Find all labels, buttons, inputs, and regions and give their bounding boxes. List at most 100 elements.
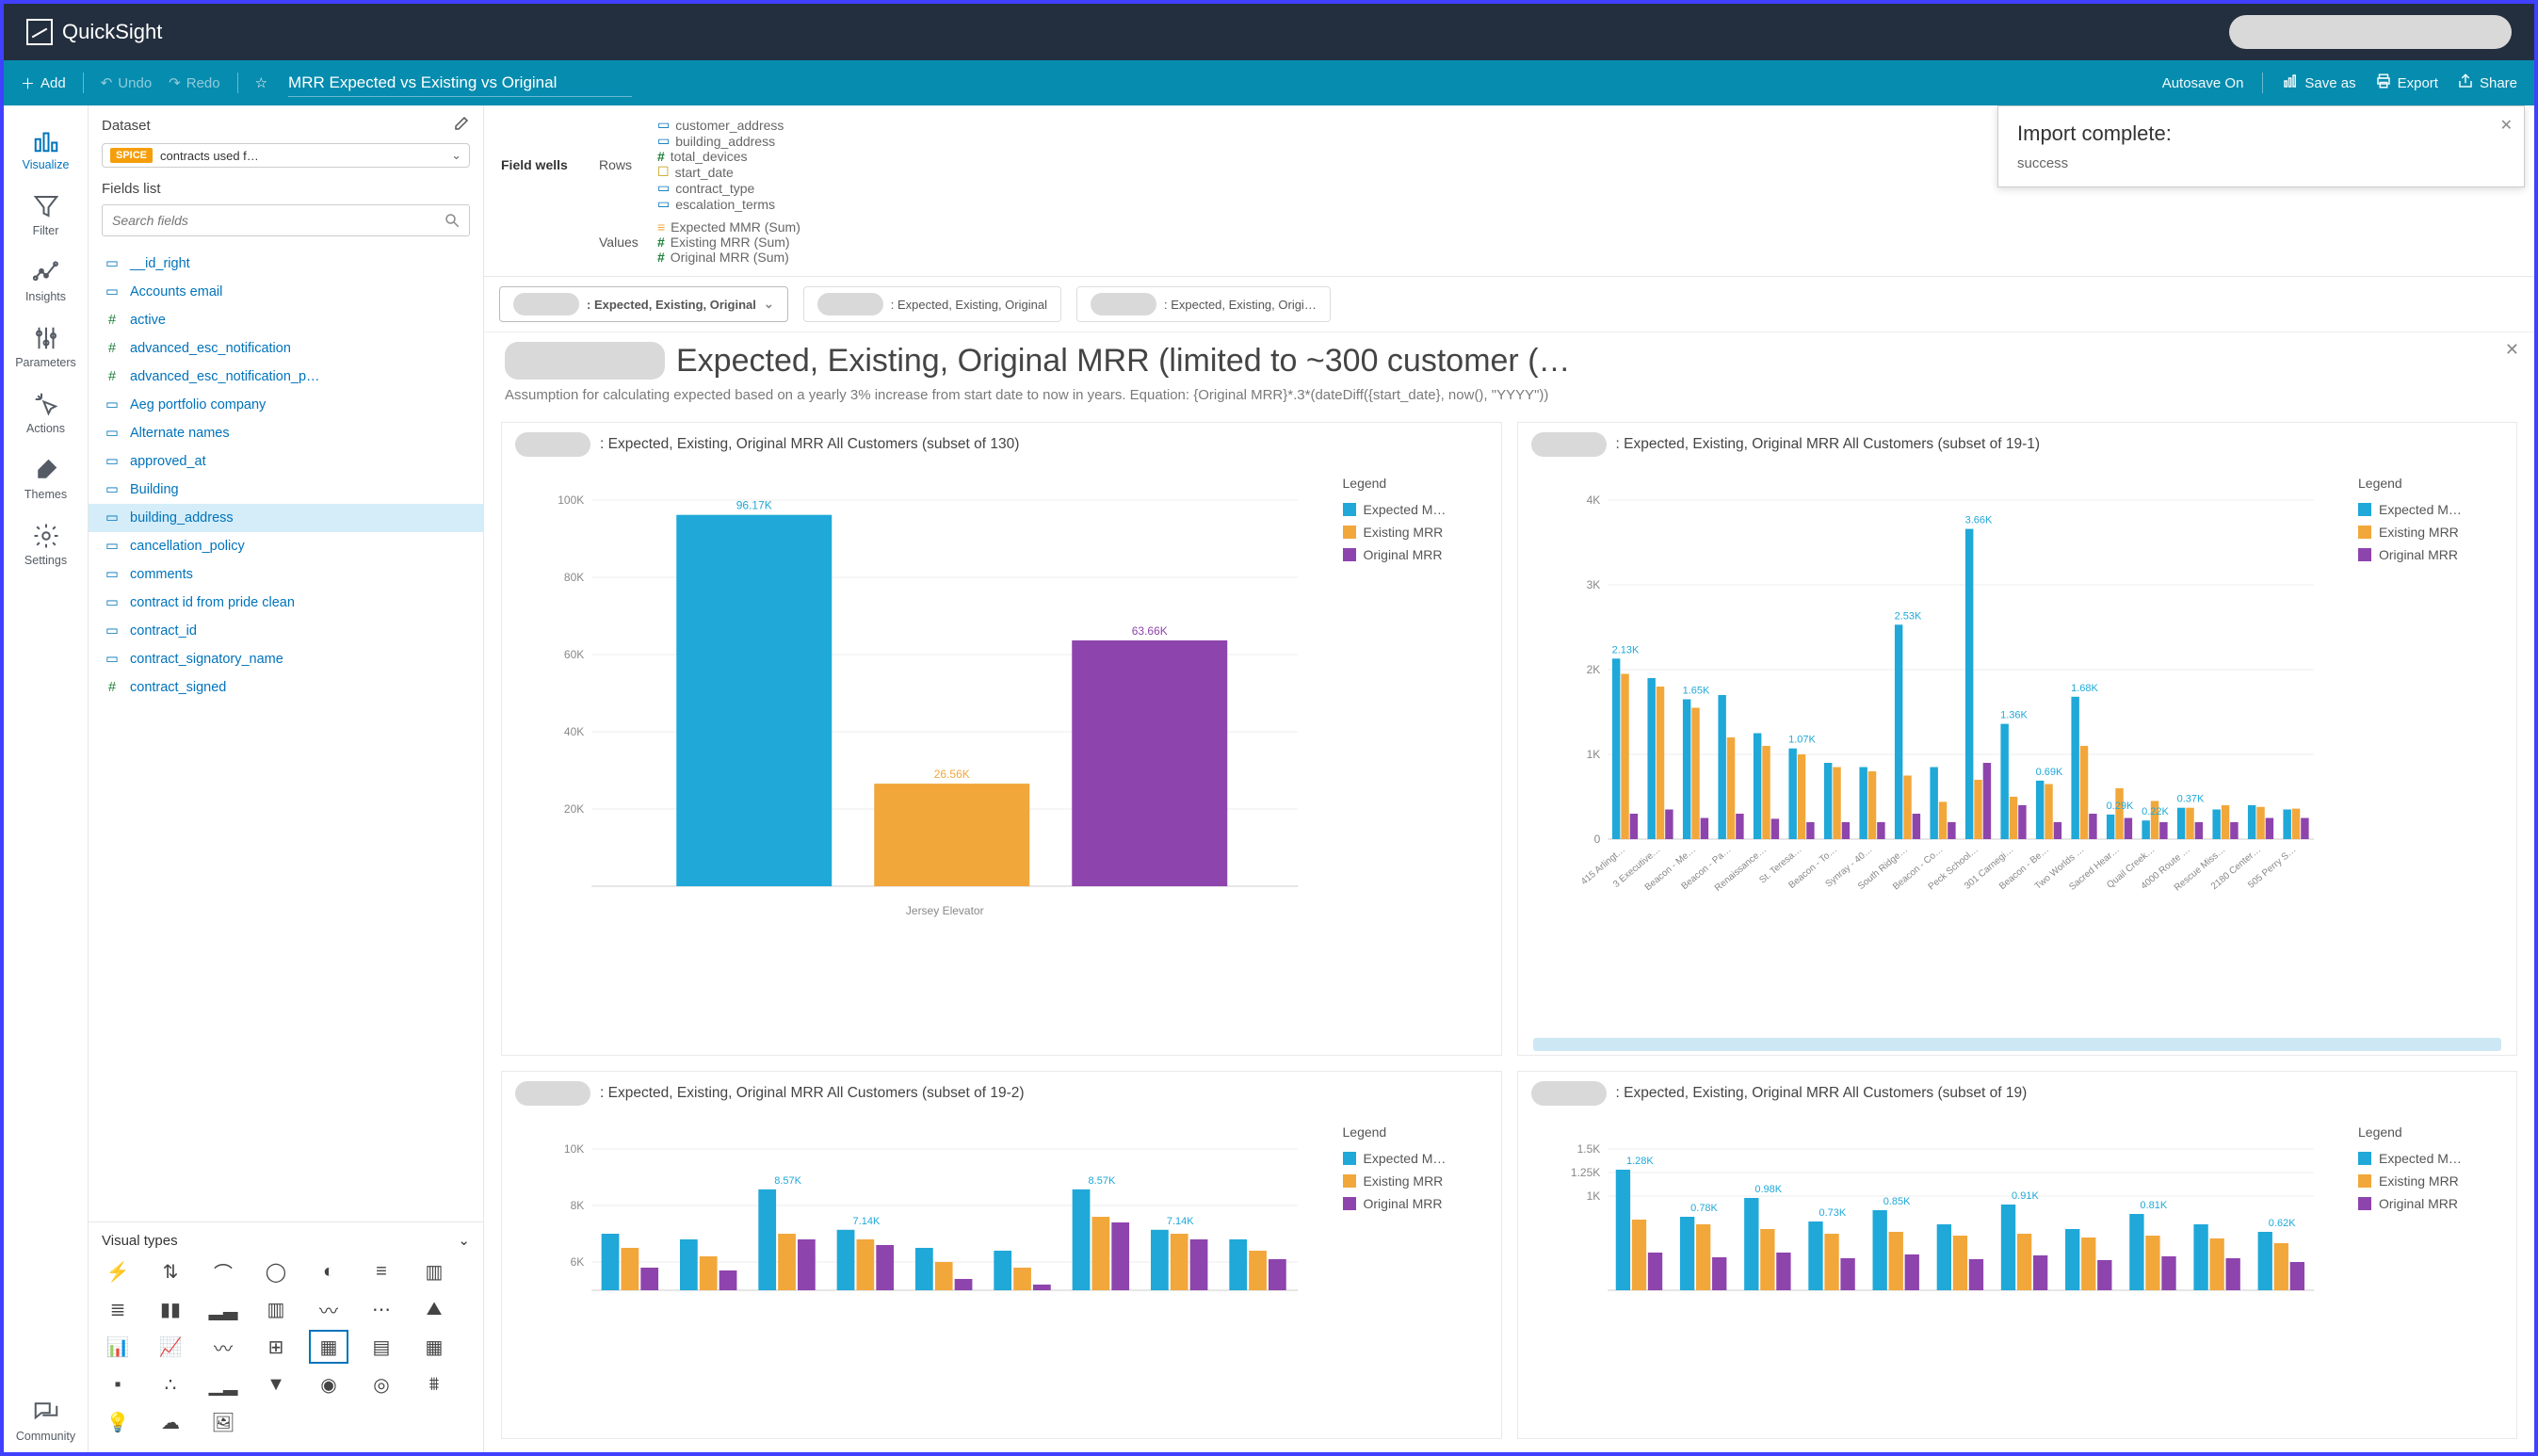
visual-type-5[interactable]: ≡ bbox=[365, 1258, 397, 1285]
visual-type-10[interactable]: ▥ bbox=[260, 1296, 292, 1322]
field-Accounts-email[interactable]: ▭Accounts email bbox=[89, 278, 483, 306]
chart-plot[interactable]: 1K1.25K1.5K1.28K0.78K0.98K0.73K0.85K0.91… bbox=[1529, 1121, 2346, 1429]
visual-type-14[interactable]: 📊 bbox=[102, 1334, 134, 1360]
visual-type-11[interactable]: 〰 bbox=[313, 1296, 345, 1322]
visual-type-28[interactable]: 💡 bbox=[102, 1409, 134, 1435]
visual-type-6[interactable]: ▥ bbox=[418, 1258, 450, 1285]
visual-type-0[interactable]: ⚡ bbox=[102, 1258, 134, 1285]
visual-type-19[interactable]: ▤ bbox=[365, 1334, 397, 1360]
field-Alternate-names[interactable]: ▭Alternate names bbox=[89, 419, 483, 447]
visual-type-26[interactable]: ◎ bbox=[365, 1371, 397, 1398]
visual-type-1[interactable]: ⇅ bbox=[154, 1258, 186, 1285]
legend-item[interactable]: Existing MRR bbox=[1343, 521, 1486, 543]
chart-plot[interactable]: 01K2K3K4K415 Arlingt…3 Executive…Beacon … bbox=[1529, 472, 2346, 1025]
horizontal-scrollbar[interactable] bbox=[1533, 1038, 2502, 1051]
rail-community[interactable]: Community bbox=[4, 1388, 88, 1452]
visual-type-2[interactable]: ⌒ bbox=[207, 1258, 239, 1285]
field-Building[interactable]: ▭Building bbox=[89, 476, 483, 504]
save-as-button[interactable]: Save as bbox=[2282, 73, 2355, 93]
field-comments[interactable]: ▭comments bbox=[89, 560, 483, 589]
visual-type-16[interactable]: 〰 bbox=[207, 1334, 239, 1360]
legend-item[interactable]: Original MRR bbox=[1343, 543, 1486, 566]
legend-item[interactable]: Existing MRR bbox=[2358, 521, 2501, 543]
visual-type-20[interactable]: ▦ bbox=[418, 1334, 450, 1360]
visual-type-25[interactable]: ◉ bbox=[313, 1371, 345, 1398]
visual-type-18[interactable]: ▦ bbox=[313, 1334, 345, 1360]
rail-filter[interactable]: Filter bbox=[4, 183, 88, 247]
legend-item[interactable]: Expected M… bbox=[1343, 1147, 1486, 1170]
visual-type-27[interactable]: ⩩ bbox=[418, 1371, 450, 1398]
rail-parameters[interactable]: Parameters bbox=[4, 315, 88, 379]
chevron-down-icon[interactable]: ⌄ bbox=[458, 1232, 470, 1249]
visual-type-17[interactable]: ⊞ bbox=[260, 1334, 292, 1360]
redo-button[interactable]: ↷ Redo bbox=[169, 74, 219, 91]
field-cancellation_policy[interactable]: ▭cancellation_policy bbox=[89, 532, 483, 560]
visual-type-30[interactable]: 🖼 bbox=[207, 1409, 239, 1435]
star-icon[interactable]: ☆ bbox=[255, 74, 267, 91]
edit-dataset-button[interactable] bbox=[453, 115, 470, 136]
fieldwell-row-contract_type[interactable]: ▭ contract_type bbox=[657, 180, 784, 196]
chart-card-c2[interactable]: : Expected, Existing, Original MRR All C… bbox=[1517, 422, 2518, 1056]
chart-card-c1[interactable]: : Expected, Existing, Original MRR All C… bbox=[501, 422, 1502, 1056]
fieldwell-value-2[interactable]: # Original MRR (Sum) bbox=[657, 250, 800, 265]
app-logo[interactable]: QuickSight bbox=[26, 19, 162, 45]
rail-actions[interactable]: Actions bbox=[4, 380, 88, 445]
visual-type-3[interactable]: ◯ bbox=[260, 1258, 292, 1285]
fieldwell-value-0[interactable]: ≡ Expected MMR (Sum) bbox=[657, 219, 800, 235]
legend-item[interactable]: Expected M… bbox=[2358, 498, 2501, 521]
field-advanced_esc_notification_p-[interactable]: #advanced_esc_notification_p… bbox=[89, 363, 483, 391]
field-advanced_esc_notification[interactable]: #advanced_esc_notification bbox=[89, 334, 483, 363]
visual-type-23[interactable]: ▁▂ bbox=[207, 1371, 239, 1398]
legend-item[interactable]: Original MRR bbox=[2358, 543, 2501, 566]
fields-list[interactable]: ▭__id_right▭Accounts email#active#advanc… bbox=[89, 246, 483, 1221]
visual-type-9[interactable]: ▂▃ bbox=[207, 1296, 239, 1322]
dataset-selector[interactable]: SPICE contracts used f… ⌄ bbox=[102, 143, 470, 168]
fieldwell-row-customer_address[interactable]: ▭ customer_address bbox=[657, 117, 784, 133]
fieldwell-row-total_devices[interactable]: # total_devices bbox=[657, 149, 784, 164]
legend-item[interactable]: Original MRR bbox=[2358, 1192, 2501, 1215]
add-button[interactable]: ＋ Add bbox=[21, 73, 66, 93]
field-building_address[interactable]: ▭building_address bbox=[89, 504, 483, 532]
visual-type-8[interactable]: ▮▮ bbox=[154, 1296, 186, 1322]
sheet-tab-2[interactable]: : Expected, Existing, Origi… bbox=[1076, 286, 1331, 322]
fieldwell-row-escalation_terms[interactable]: ▭ escalation_terms bbox=[657, 196, 784, 212]
visual-type-7[interactable]: ≣ bbox=[102, 1296, 134, 1322]
visual-type-13[interactable]: ⛰ bbox=[418, 1296, 450, 1322]
share-button[interactable]: Share bbox=[2457, 73, 2517, 93]
visual-type-22[interactable]: ∴ bbox=[154, 1371, 186, 1398]
close-title-button[interactable]: ✕ bbox=[2505, 340, 2519, 360]
legend-item[interactable]: Expected M… bbox=[1343, 498, 1486, 521]
visual-type-12[interactable]: ⋯ bbox=[365, 1296, 397, 1322]
user-menu-placeholder[interactable] bbox=[2229, 15, 2512, 49]
field-Aeg-portfolio-company[interactable]: ▭Aeg portfolio company bbox=[89, 391, 483, 419]
analysis-title[interactable]: MRR Expected vs Existing vs Original bbox=[288, 70, 632, 97]
toast-close-button[interactable]: ✕ bbox=[2500, 116, 2513, 135]
rail-visualize[interactable]: Visualize bbox=[4, 117, 88, 181]
rail-settings[interactable]: Settings bbox=[4, 512, 88, 576]
visual-type-15[interactable]: 📈 bbox=[154, 1334, 186, 1360]
rail-themes[interactable]: Themes bbox=[4, 446, 88, 510]
undo-button[interactable]: ↶ Undo bbox=[101, 74, 152, 91]
legend-item[interactable]: Existing MRR bbox=[2358, 1170, 2501, 1192]
sheet-tab-1[interactable]: : Expected, Existing, Original bbox=[803, 286, 1061, 322]
chart-card-c4[interactable]: : Expected, Existing, Original MRR All C… bbox=[1517, 1071, 2518, 1439]
chart-plot[interactable]: 20K40K60K80K100K96.17K26.56K63.66KJersey… bbox=[513, 472, 1330, 1045]
field-approved_at[interactable]: ▭approved_at bbox=[89, 447, 483, 476]
legend-item[interactable]: Existing MRR bbox=[1343, 1170, 1486, 1192]
chart-card-c3[interactable]: : Expected, Existing, Original MRR All C… bbox=[501, 1071, 1502, 1439]
field-contract_signatory_name[interactable]: ▭contract_signatory_name bbox=[89, 645, 483, 673]
visual-type-24[interactable]: ▼ bbox=[260, 1371, 292, 1398]
legend-item[interactable]: Expected M… bbox=[2358, 1147, 2501, 1170]
field-contract_signed[interactable]: #contract_signed bbox=[89, 673, 483, 702]
fieldwell-row-start_date[interactable]: ☐ start_date bbox=[657, 164, 784, 180]
export-button[interactable]: Export bbox=[2375, 73, 2438, 93]
visual-type-4[interactable]: ◐ bbox=[313, 1258, 345, 1285]
chart-plot[interactable]: 6K8K10K8.57K7.14K8.57K7.14K bbox=[513, 1121, 1330, 1429]
legend-item[interactable]: Original MRR bbox=[1343, 1192, 1486, 1215]
search-input[interactable] bbox=[102, 204, 470, 236]
fieldwell-row-building_address[interactable]: ▭ building_address bbox=[657, 133, 784, 149]
visual-type-29[interactable]: ☁ bbox=[154, 1409, 186, 1435]
rail-insights[interactable]: Insights bbox=[4, 249, 88, 313]
field-active[interactable]: #active bbox=[89, 306, 483, 334]
fieldwell-value-1[interactable]: # Existing MRR (Sum) bbox=[657, 235, 800, 250]
